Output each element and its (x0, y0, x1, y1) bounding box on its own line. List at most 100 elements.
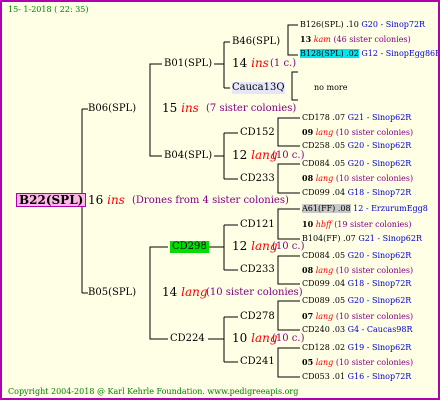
gen4-origin: G19 - Sinop62R (347, 343, 412, 352)
gen4-entry[interactable]: CD178 .07 G21 - Sinop62R (302, 113, 411, 123)
timestamp: 15- 1-2018 ( 22: 35) (8, 5, 89, 14)
gen4-mating: 07 lang (10 sister colonies) (302, 311, 413, 322)
gen4-note: (10 sister colonies) (335, 266, 414, 275)
gen4-queen-label: B128(SPL) .02 (300, 49, 359, 58)
gen4-entry[interactable]: CD099 .04 G18 - Sinop72R (302, 188, 411, 198)
gen2-b01-note: (1 c.) (270, 58, 297, 69)
gen4-queen-label: CD178 .07 (302, 113, 346, 122)
gen4-insemination: lang (315, 312, 334, 321)
gen2-cd224-number: 10 (232, 331, 248, 345)
gen4-entry[interactable]: CD089 .05 G20 - Sinop62R (302, 296, 411, 306)
gen4-note: (10 sister colonies) (335, 312, 414, 321)
gen4-note: (19 sister colonies) (334, 220, 412, 229)
gen4-queen-label: CD053 .01 (302, 372, 346, 381)
gen1-b06-insemination: ins (181, 101, 199, 115)
gen2-b01-number: 14 (232, 56, 248, 70)
gen2-cd224-note: (10 c.) (272, 333, 305, 344)
gen4-mating: 05 lang (10 sister colonies) (302, 357, 413, 368)
gen4-origin: G20 - Sinop72R (361, 20, 426, 29)
gen4-origin: G20 - Sinop62R (347, 159, 412, 168)
gen2-queen-b01[interactable]: B01(SPL) (164, 58, 212, 70)
gen4-number: 05 (302, 357, 314, 367)
gen4-origin: G20 - Sinop62R (347, 141, 412, 150)
gen4-insemination: kam (313, 35, 331, 44)
gen4-mating: 08 lang (10 sister colonies) (302, 265, 413, 276)
gen1-b05-mating: 14 lang (162, 286, 208, 298)
gen4-insemination: hbff (315, 220, 332, 229)
gen4-entry[interactable]: CD084 .05 G20 - Sinop62R (302, 159, 411, 169)
gen4-origin: G12 - SinopEgg86R (361, 49, 440, 58)
root-insemination: ins (107, 193, 125, 207)
gen2-queen-cd224[interactable]: CD224 (170, 333, 205, 345)
gen4-entry[interactable]: CD128 .02 G19 - Sinop62R (302, 343, 411, 353)
gen1-b06-mating: 15 ins (162, 102, 199, 114)
gen4-queen-label: CD128 .02 (302, 343, 346, 352)
gen4-origin: G4 - Caucas98R (347, 325, 413, 334)
gen3-queen[interactable]: CD233 (240, 264, 275, 276)
gen2-cd298-note: (10 c.) (272, 241, 305, 252)
gen4-entry[interactable]: B104(FF) .07 G21 - Sinop62R (302, 234, 422, 244)
gen4-note: (10 sister colonies) (335, 174, 414, 183)
gen4-entry[interactable]: CD240 .03 G4 - Caucas98R (302, 325, 413, 335)
gen2-b01-mating: 14 ins (232, 57, 269, 69)
gen4-mating: 09 lang (10 sister colonies) (302, 127, 413, 138)
gen1-b05-note: (10 sister colonies) (206, 287, 303, 298)
gen4-queen-label: CD099 .04 (302, 188, 346, 197)
gen4-insemination: lang (315, 128, 334, 137)
gen4-entry[interactable]: CD099 .04 G18 - Sinop72R (302, 279, 411, 289)
gen4-origin: G16 - Sinop72R (347, 372, 412, 381)
gen3-queen[interactable]: CD278 (240, 311, 275, 323)
gen4-note: (10 sister colonies) (335, 128, 414, 137)
root-drone-origin: 16 ins (88, 194, 125, 206)
copyright-footer: Copyright 2004-2018 @ Karl Kehrle Founda… (8, 387, 299, 396)
gen4-queen-label: CD099 .04 (302, 279, 346, 288)
gen2-b04-note: (10 c.) (272, 150, 305, 161)
gen1-queen-b06[interactable]: B06(SPL) (88, 103, 136, 115)
gen4-entry[interactable]: B126(SPL) .10 G20 - Sinop72R (300, 20, 425, 30)
gen4-entry[interactable]: CD258 .05 G20 - Sinop62R (302, 141, 411, 151)
gen4-entry[interactable]: A61(FF) .08 12 - ErzurumEgg8 (302, 204, 428, 214)
gen4-origin: G20 - Sinop62R (347, 251, 412, 260)
gen4-queen-label: CD084 .05 (302, 159, 346, 168)
gen4-number: 13 (300, 34, 312, 44)
gen4-number: 10 (302, 219, 314, 229)
gen4-queen-label: CD084 .05 (302, 251, 346, 260)
gen3-queen[interactable]: CD121 (240, 219, 275, 231)
root-note: (Drones from 4 sister colonies) (132, 195, 289, 206)
gen1-queen-b05[interactable]: B05(SPL) (88, 287, 136, 299)
gen4-entry[interactable]: CD084 .05 G20 - Sinop62R (302, 251, 411, 261)
gen3-queen[interactable]: CD233 (240, 173, 275, 185)
gen4-queen-label: CD089 .05 (302, 296, 346, 305)
gen4-queen-label: B126(SPL) .10 (300, 20, 359, 29)
root-number: 16 (88, 193, 104, 207)
gen1-b05-number: 14 (162, 285, 178, 299)
gen2-b04-mating: 12 lang (232, 149, 278, 161)
gen4-queen-label: CD240 .03 (302, 325, 346, 334)
gen2-cd298-number: 12 (232, 239, 248, 253)
gen4-insemination: lang (315, 266, 334, 275)
gen4-insemination: lang (315, 174, 334, 183)
gen3-queen[interactable]: CD152 (240, 127, 275, 139)
gen1-b06-note: (7 sister colonies) (206, 103, 297, 114)
pedigree-page: 15- 1-2018 ( 22: 35) Copyright 2004-2018… (0, 0, 440, 400)
gen2-queen-b04[interactable]: B04(SPL) (164, 150, 212, 162)
gen4-mating: 13 kam (46 sister colonies) (300, 34, 411, 45)
gen2-queen-cd298[interactable]: CD298 (170, 241, 209, 253)
gen3-queen[interactable]: CD241 (240, 356, 275, 368)
gen4-note: (46 sister colonies) (333, 35, 411, 44)
gen4-note: (10 sister colonies) (335, 358, 414, 367)
gen1-b06-number: 15 (162, 101, 178, 115)
root-queen[interactable]: B22(SPL) (16, 193, 87, 207)
gen2-cd224-mating: 10 lang (232, 332, 278, 344)
gen2-cd298-mating: 12 lang (232, 240, 278, 252)
gen4-entry[interactable]: B128(SPL) .02 G12 - SinopEgg86R (300, 49, 440, 59)
gen3-queen[interactable]: Cauca13Q (232, 82, 285, 94)
gen2-b01-insemination: ins (251, 56, 269, 70)
gen4-entry[interactable]: CD053 .01 G16 - Sinop72R (302, 372, 411, 382)
gen4-origin: G18 - Sinop72R (347, 279, 412, 288)
gen3-queen[interactable]: B46(SPL) (232, 36, 280, 48)
gen4-number: 09 (302, 127, 314, 137)
gen4-queen-label: A61(FF) .08 (302, 204, 351, 213)
gen4-origin: G21 - Sinop62R (347, 113, 412, 122)
gen4-number: 08 (302, 265, 314, 275)
